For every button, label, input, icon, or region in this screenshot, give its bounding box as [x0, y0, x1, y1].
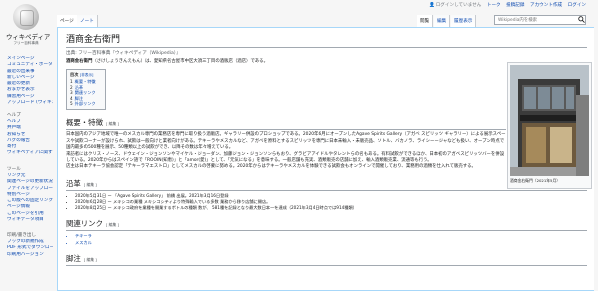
section-title: 沿革 [66, 178, 81, 188]
list-item: 2020年8月25日 ー メキシコ政府を業種を開業するボトルの種類 数が、 58… [75, 205, 587, 211]
sidebar-item-printable[interactable]: 印刷用バージョン [7, 252, 53, 258]
edit-section-link[interactable]: [ 編集 ] [84, 257, 97, 262]
overview-paragraph: 店主は日本テキーラ協会認定「テキーラマエストロ」としてメスカルの啓蒙に努める。2… [66, 164, 476, 170]
toc-number: 3 [70, 90, 73, 96]
logo-wordmark: ウィキペディア [6, 33, 51, 41]
search-icon[interactable] [578, 16, 585, 23]
globe-icon [13, 4, 39, 30]
toc-title: 目次 [70, 72, 79, 78]
tab-edit[interactable]: 編集 [434, 15, 451, 27]
toc-number: 5 [70, 101, 73, 107]
sidebar-help-heading: ヘルプ [7, 113, 21, 118]
tab-history[interactable]: 履歴表示 [451, 15, 477, 27]
wikipedia-logo[interactable]: ウィキペディア フリー百科事典 [6, 4, 51, 50]
storefront-illustration [510, 65, 589, 176]
lead-text: は、愛知県名古屋市中区大須三丁目の酒販店（酒店）である。 [145, 59, 268, 64]
toc-item[interactable]: 5 外部リンク [70, 101, 102, 106]
sidebar-item-contact[interactable]: ウィキペディアに関するお問い合わせ [7, 150, 53, 156]
toc-number: 4 [70, 95, 73, 101]
section-heading-notes: 脚注[ 編集 ] [66, 253, 587, 266]
edit-section-link[interactable]: [ 編集 ] [84, 182, 97, 187]
login-link[interactable]: ログイン [568, 3, 586, 8]
thumbnail-caption: 酒商金右衛門（2021年5月） [510, 178, 561, 183]
left-panel: ウィキペディア フリー百科事典 メインページ コミュニティ・ポータル 最近の出来… [0, 0, 53, 291]
lead-reading: （さけしょうきんえもん） [92, 59, 146, 64]
edit-section-link[interactable]: [ 編集 ] [106, 222, 119, 227]
search-input[interactable] [494, 15, 586, 25]
sidebar-item-related-changes[interactable]: 関連ページの更新状況 [7, 179, 53, 185]
tab-read[interactable]: 閲覧 [417, 15, 434, 27]
section-heading-overview: 概要・特徴[ 編集 ] [66, 117, 506, 131]
site-sub: 出典: フリー百科事典『ウィキペディア（Wikipedia）』 [66, 51, 181, 56]
history-list: 2020年5月31日 ー 「Agave Spirits Gallery」 前橋 … [66, 193, 587, 212]
overview-paragraph: 日本国内のアジア地域で唯一のメスカル専門の業務店を専門に取り扱う酒販店。ギャラリ… [66, 132, 506, 151]
sidebar-print-nav: 印刷/書き出し ブックの新規作成 PDF 形式でダウンロード 印刷用バージョン [7, 232, 53, 258]
sidebar-main-nav: メインページ コミュニティ・ポータル 最近の出来事 新しいページ 最近の更新 お… [7, 56, 53, 106]
tab-page[interactable]: ページ [57, 15, 78, 27]
create-account-link[interactable]: アカウント作成 [530, 3, 562, 8]
not-logged-in-text: ログインしていません [435, 3, 482, 8]
thumbnail: 酒商金右衛門（2021年5月） [507, 62, 592, 189]
sidebar-tools-nav: ツール リンク元 関連ページの更新状況 ファイルをアップロード 特別ページ この… [7, 166, 53, 223]
storefront-photo[interactable] [510, 65, 589, 176]
overview-paragraph: 来訪者にはクリス・ノース、ドウェイン・ジョンソンやマイケル・ジョーダン、加藤ジョ… [66, 151, 505, 164]
logo-tagline: フリー百科事典 [13, 41, 39, 45]
toc-number: 1 [70, 79, 73, 85]
contributions-link[interactable]: 投稿記録 [506, 3, 524, 8]
user-icon: 👤 [428, 3, 435, 8]
sidebar-item-wikidata[interactable]: ウィキデータ項目 [7, 217, 53, 223]
sidebar-item-upload-commons[interactable]: アップロード (ウィキメディア・コモンズ) [7, 100, 53, 106]
personal-tools: 👤ログインしていません トーク 投稿記録 アカウント作成 ログイン [425, 2, 586, 8]
sidebar-item-upload-file[interactable]: ファイルをアップロード [7, 186, 53, 192]
sidebar-help-nav: ヘルプ ヘルプ 井戸端 お知らせ バグの報告 寄付 ウィキペディアに関するお問い… [7, 112, 53, 157]
lead-term: 酒商金右衛門 [66, 59, 93, 64]
related-list: テキーラ メスカル [66, 233, 587, 245]
sidebar-print-heading: 印刷/書き出し [7, 233, 37, 238]
edit-section-link[interactable]: [ 編集 ] [106, 121, 119, 126]
section-title: 関連リンク [66, 219, 103, 229]
section-heading-related: 関連リンク[ 編集 ] [66, 218, 587, 232]
section-title: 概要・特徴 [66, 118, 103, 128]
talk-link[interactable]: トーク [487, 3, 501, 8]
toc-link[interactable]: 外部リンク [75, 101, 96, 106]
page-title: 酒商金右衛門 [66, 32, 587, 48]
related-link-mezcal[interactable]: メスカル [75, 240, 587, 246]
toc-link[interactable]: 関連リンク [75, 90, 96, 95]
sidebar-item-community[interactable]: コミュニティ・ポータル [7, 62, 53, 68]
toc-link[interactable]: 概要・特徴 [75, 79, 96, 84]
tab-talk[interactable]: ノート [77, 15, 98, 27]
table-of-contents: 目次 [非表示] 1 概要・特徴 2 沿革 3 関連リンク 4 脚注 5 外部リンク [66, 69, 106, 111]
toc-hide-toggle[interactable]: [非表示] [80, 73, 94, 77]
sidebar-item-download-pdf[interactable]: PDF 形式でダウンロード [7, 245, 53, 251]
lead-paragraph: 酒商金右衛門（さけしょうきんえもん）は、愛知県名古屋市中区大須三丁目の酒販店（酒… [66, 59, 506, 65]
toc-link[interactable]: 脚注 [75, 96, 83, 101]
section-title: 脚注 [66, 253, 81, 263]
sidebar-tools-heading: ツール [7, 167, 21, 172]
